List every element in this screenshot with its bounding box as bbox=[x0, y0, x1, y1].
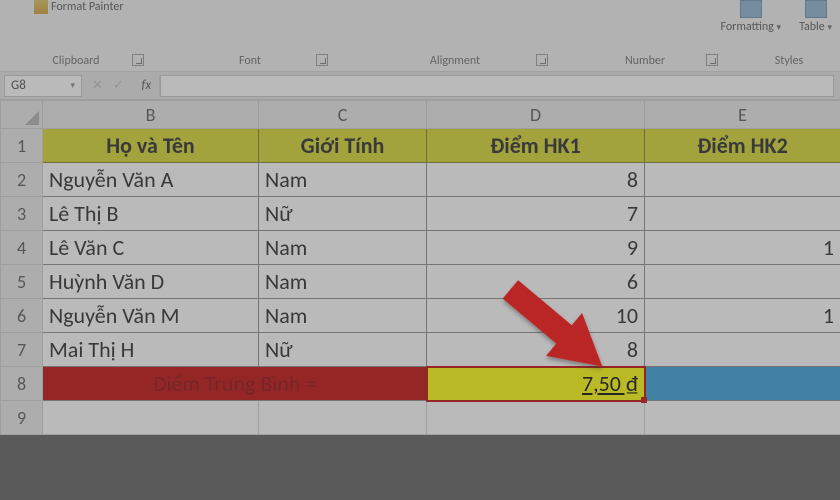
column-header[interactable]: D bbox=[427, 101, 645, 129]
row-header[interactable]: 2 bbox=[1, 163, 43, 197]
cell[interactable]: 8 bbox=[427, 163, 645, 197]
cell[interactable]: Điểm HK2 bbox=[645, 129, 840, 163]
cell[interactable]: 9 bbox=[427, 231, 645, 265]
row-header[interactable]: 4 bbox=[1, 231, 43, 265]
formula-bar-row: G8 ▾ ✕ ✓ fx bbox=[0, 72, 840, 100]
ribbon-group-font: Font bbox=[170, 54, 330, 68]
cell[interactable]: 10 bbox=[427, 299, 645, 333]
cell[interactable]: Huỳnh Văn D bbox=[43, 265, 259, 299]
ribbon-group-alignment: Alignment bbox=[360, 54, 550, 68]
row-header[interactable]: 3 bbox=[1, 197, 43, 231]
row-header[interactable]: 9 bbox=[1, 401, 43, 435]
dialog-launcher-icon[interactable] bbox=[536, 54, 548, 66]
select-all-corner[interactable] bbox=[1, 101, 43, 129]
ribbon-group-number: Number bbox=[570, 54, 720, 68]
cell[interactable]: Lê Thị B bbox=[43, 197, 259, 231]
cell[interactable]: Điểm HK1 bbox=[427, 129, 645, 163]
conditional-formatting-button[interactable]: Formatting ▾ bbox=[721, 0, 782, 34]
table-grid-icon bbox=[805, 0, 827, 18]
chevron-down-icon: ▾ bbox=[777, 22, 782, 33]
name-box[interactable]: G8 ▾ bbox=[4, 75, 82, 97]
cell[interactable] bbox=[427, 401, 645, 435]
cell[interactable]: Lê Văn C bbox=[43, 231, 259, 265]
cancel-icon[interactable]: ✕ bbox=[92, 78, 103, 93]
column-header[interactable]: C bbox=[259, 101, 427, 129]
formula-bar[interactable] bbox=[160, 75, 834, 97]
cell[interactable]: Nam bbox=[259, 231, 427, 265]
row-header[interactable]: 6 bbox=[1, 299, 43, 333]
cell[interactable]: Nguyễn Văn A bbox=[43, 163, 259, 197]
cell[interactable] bbox=[645, 333, 840, 367]
row-header[interactable]: 7 bbox=[1, 333, 43, 367]
cell[interactable] bbox=[43, 401, 259, 435]
cell[interactable] bbox=[259, 401, 427, 435]
ribbon-group-styles: Styles bbox=[744, 54, 834, 68]
row-header[interactable]: 1 bbox=[1, 129, 43, 163]
row-header[interactable]: 8 bbox=[1, 367, 43, 401]
cell[interactable]: Nam bbox=[259, 163, 427, 197]
column-header[interactable]: E bbox=[645, 101, 840, 129]
column-header-row: B C D E bbox=[1, 101, 840, 129]
format-painter-button[interactable]: Format Painter bbox=[34, 0, 124, 14]
format-painter-label: Format Painter bbox=[51, 0, 124, 14]
paintbrush-icon bbox=[34, 0, 48, 14]
ribbon-group-clipboard: Clipboard bbox=[6, 54, 146, 68]
chevron-down-icon: ▾ bbox=[827, 22, 832, 33]
cell[interactable] bbox=[645, 401, 840, 435]
enter-icon[interactable]: ✓ bbox=[113, 78, 124, 93]
cell[interactable]: 8 bbox=[427, 333, 645, 367]
average-value-cell[interactable]: 7,50 ₫ bbox=[427, 367, 645, 401]
column-header[interactable]: B bbox=[43, 101, 259, 129]
cell[interactable]: 7 bbox=[427, 197, 645, 231]
dialog-launcher-icon[interactable] bbox=[316, 54, 328, 66]
fx-button[interactable]: fx bbox=[134, 76, 160, 95]
cell[interactable]: Nguyễn Văn M bbox=[43, 299, 259, 333]
average-label-cell[interactable]: Điểm Trung Bình = bbox=[43, 367, 427, 401]
cell[interactable]: 1 bbox=[645, 231, 840, 265]
cell[interactable] bbox=[645, 367, 840, 401]
cell[interactable] bbox=[645, 197, 840, 231]
cell[interactable]: Mai Thị H bbox=[43, 333, 259, 367]
table-grid-icon bbox=[740, 0, 762, 18]
cell[interactable]: Họ và Tên bbox=[43, 129, 259, 163]
name-box-value: G8 bbox=[11, 78, 26, 93]
ribbon: Format Painter Clipboard Font Alignment … bbox=[0, 0, 840, 72]
cell[interactable]: Nam bbox=[259, 299, 427, 333]
cell[interactable]: 6 bbox=[427, 265, 645, 299]
format-as-table-button[interactable]: Table ▾ bbox=[799, 0, 832, 34]
dialog-launcher-icon[interactable] bbox=[706, 54, 718, 66]
cell[interactable]: Nữ bbox=[259, 333, 427, 367]
row-header[interactable]: 5 bbox=[1, 265, 43, 299]
cell[interactable] bbox=[645, 265, 840, 299]
spreadsheet-grid[interactable]: B C D E 1 Họ và Tên Giới Tính Điểm HK1 Đ… bbox=[0, 100, 840, 435]
dialog-launcher-icon[interactable] bbox=[132, 54, 144, 66]
cell[interactable]: Nam bbox=[259, 265, 427, 299]
cell[interactable] bbox=[645, 163, 840, 197]
chevron-down-icon: ▾ bbox=[70, 80, 75, 91]
cell[interactable]: Giới Tính bbox=[259, 129, 427, 163]
cell[interactable]: 1 bbox=[645, 299, 840, 333]
cell[interactable]: Nữ bbox=[259, 197, 427, 231]
